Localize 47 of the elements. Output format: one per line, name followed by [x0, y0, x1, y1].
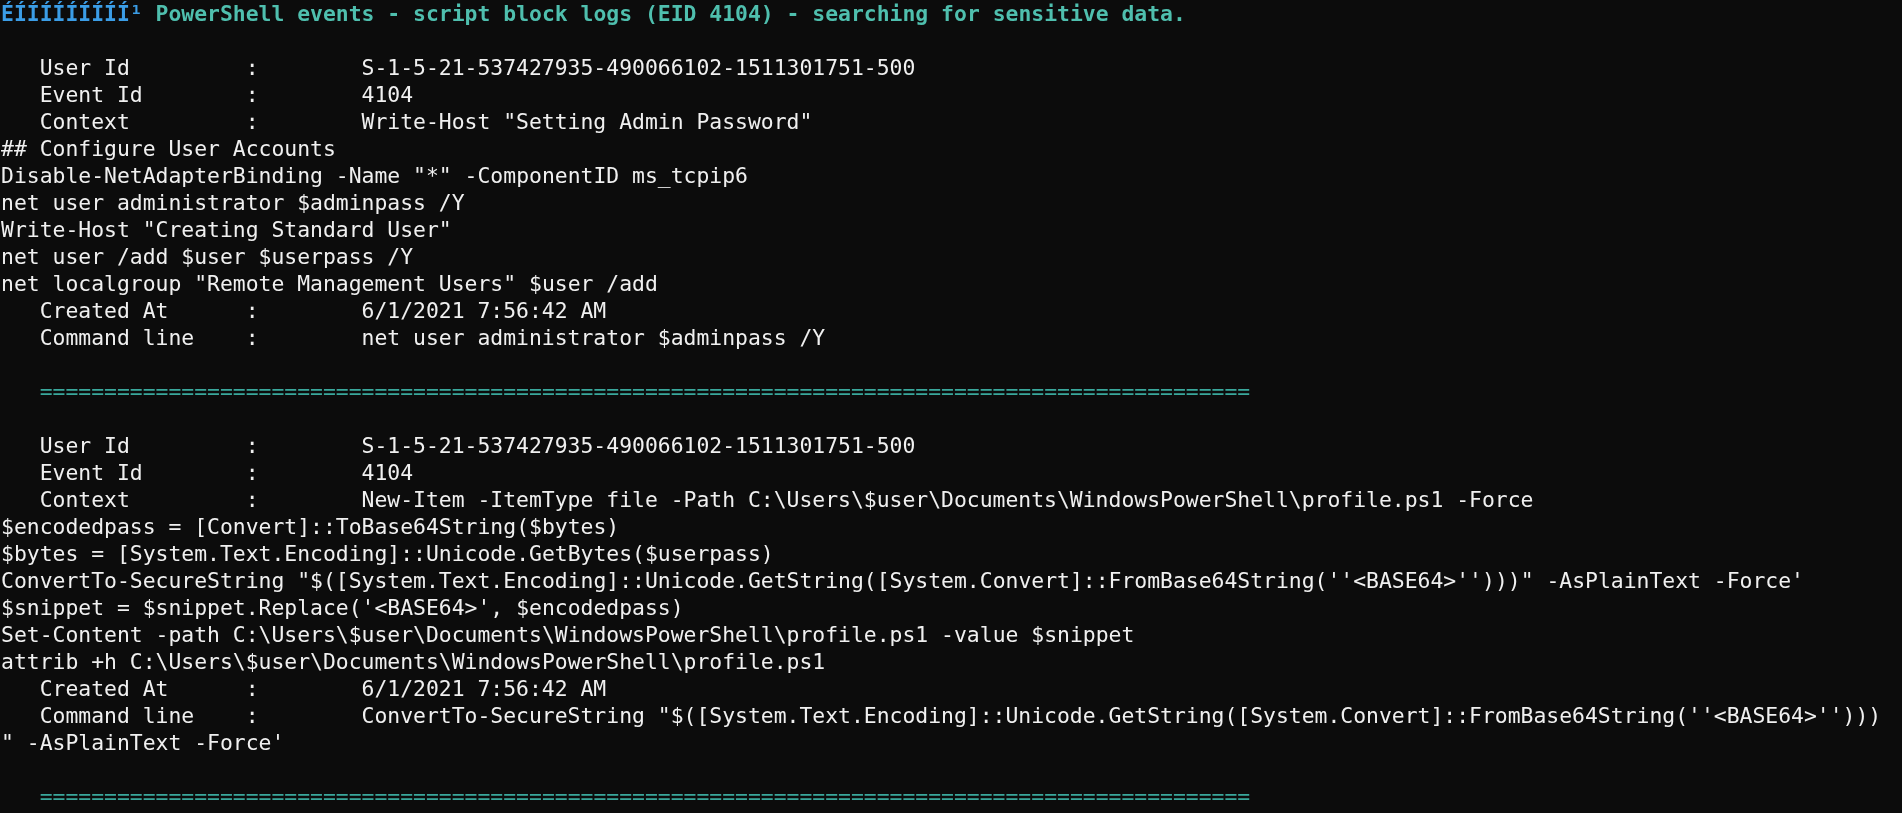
field-label: User Id: [39, 432, 131, 459]
field-colon: :: [245, 81, 260, 108]
field-value: 4104: [361, 459, 414, 486]
field-value: 4104: [361, 81, 414, 108]
field-colon: :: [245, 675, 260, 702]
field-value: net user administrator $adminpass /Y: [361, 324, 826, 351]
code-line: $encodedpass = [Convert]::ToBase64String($bytes): [1, 513, 620, 540]
field-colon: :: [245, 432, 260, 459]
field-colon: :: [245, 297, 260, 324]
field-label: Event Id: [39, 459, 144, 486]
code-line: Set-Content -path C:\Users\$user\Documents\WindowsPowerShell\profile.ps1 -value $snippet: [1, 621, 1135, 648]
code-line: " -AsPlainText -Force': [1, 729, 285, 756]
code-line: net user /add $user $userpass /Y: [1, 243, 414, 270]
field-label: Event Id: [39, 81, 144, 108]
field-value: 6/1/2021 7:56:42 AM: [361, 297, 607, 324]
field-colon: :: [245, 324, 260, 351]
code-line: ConvertTo-SecureString "$([System.Text.Encoding]::Unicode.GetString([System.Convert]::FromBase64String(''<BASE64>'')))" -AsPlainText -Force': [1, 567, 1804, 594]
section-title: PowerShell events - script block logs (EID 4104) - searching for sensitive data.: [155, 0, 1186, 27]
separator-line: ==============================================================================================: [39, 783, 1251, 810]
field-label: Context: [39, 486, 131, 513]
code-line: $snippet = $snippet.Replace('<BASE64>', $encodedpass): [1, 594, 684, 621]
header-prefix: ÉÍÍÍÍÍÍÍÍÍ¹: [1, 0, 143, 27]
field-label: Command line: [39, 702, 196, 729]
field-value: New-Item -ItemType file -Path C:\Users\$user\Documents\WindowsPowerShell\profile.ps1 -Force: [361, 486, 1534, 513]
field-label: Created At: [39, 675, 170, 702]
field-value: 6/1/2021 7:56:42 AM: [361, 675, 607, 702]
code-line: net localgroup "Remote Management Users" $user /add: [1, 270, 658, 297]
field-label: Context: [39, 108, 131, 135]
code-line: Write-Host "Creating Standard User": [1, 216, 452, 243]
code-line: Disable-NetAdapterBinding -Name "*" -ComponentID ms_tcpip6: [1, 162, 748, 189]
code-line: attrib +h C:\Users\$user\Documents\WindowsPowerShell\profile.ps1: [1, 648, 826, 675]
field-colon: :: [245, 459, 260, 486]
code-line: net user administrator $adminpass /Y: [1, 189, 465, 216]
field-label: Created At: [39, 297, 170, 324]
field-value: S-1-5-21-537427935-490066102-1511301751-500: [361, 432, 916, 459]
code-line: $bytes = [System.Text.Encoding]::Unicode.GetBytes($userpass): [1, 540, 774, 567]
field-value: S-1-5-21-537427935-490066102-1511301751-500: [361, 54, 916, 81]
code-line: ## Configure User Accounts: [1, 135, 336, 162]
field-colon: :: [245, 54, 260, 81]
separator-line: ==============================================================================================: [39, 378, 1251, 405]
field-label: User Id: [39, 54, 131, 81]
field-colon: :: [245, 702, 260, 729]
field-label: Command line: [39, 324, 196, 351]
field-colon: :: [245, 108, 260, 135]
field-value: ConvertTo-SecureString "$([System.Text.Encoding]::Unicode.GetString([System.Convert]::FromBase64String(''<BASE64>''))): [361, 702, 1882, 729]
field-colon: :: [245, 486, 260, 513]
field-value: Write-Host "Setting Admin Password": [361, 108, 813, 135]
